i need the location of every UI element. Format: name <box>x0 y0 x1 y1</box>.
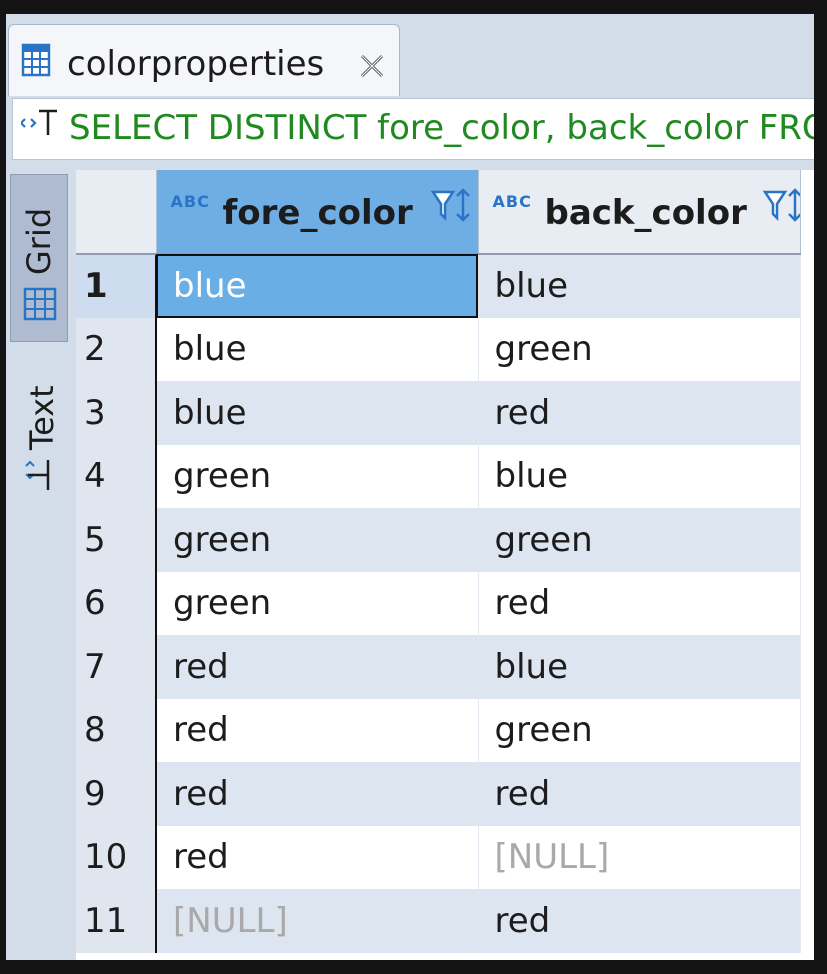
cell-back-color[interactable]: red <box>478 571 801 635</box>
cell-fore-color[interactable]: red <box>156 635 479 699</box>
filter-sort-icon[interactable] <box>429 186 473 230</box>
column-name: back_color <box>544 193 747 233</box>
tab-text[interactable]: Text <box>10 360 68 510</box>
row-number: 10 <box>76 825 157 889</box>
row-number: 2 <box>76 317 157 381</box>
table-row[interactable]: 9 red red <box>76 762 801 826</box>
row-number: 9 <box>76 762 157 826</box>
table-icon <box>21 43 51 81</box>
cell-fore-color[interactable]: red <box>156 825 479 889</box>
cell-back-color[interactable]: blue <box>478 254 801 318</box>
column-name: fore_color <box>222 193 413 233</box>
cell-fore-color[interactable]: red <box>156 698 479 762</box>
table-row[interactable]: 1 blue blue <box>76 254 801 318</box>
row-number: 8 <box>76 698 157 762</box>
sql-editor-window: colorproperties SELECT DISTINCT fore_col… <box>6 14 814 960</box>
cell-fore-color[interactable]: blue <box>156 254 479 318</box>
cell-back-color[interactable]: blue <box>478 635 801 699</box>
results-table: ABC fore_color ABC back_color 1 blue blu… <box>76 170 801 953</box>
row-number: 4 <box>76 444 157 508</box>
presentation-side-tabs: Grid Text <box>6 170 72 960</box>
column-header-fore-color[interactable]: ABC fore_color <box>156 170 479 255</box>
table-row[interactable]: 10 red [NULL] <box>76 825 801 889</box>
cell-back-color[interactable]: green <box>478 508 801 572</box>
cell-fore-color[interactable]: red <box>156 762 479 826</box>
cell-back-color[interactable]: red <box>478 381 801 445</box>
results-grid[interactable]: ABC fore_color ABC back_color 1 blue blu… <box>76 170 814 960</box>
row-number: 11 <box>76 889 157 953</box>
cell-fore-color[interactable]: green <box>156 508 479 572</box>
editor-tab-colorproperties[interactable]: colorproperties <box>8 24 400 96</box>
tab-text-label: Text <box>23 385 61 450</box>
cell-fore-color[interactable]: [NULL] <box>156 889 479 953</box>
tab-grid[interactable]: Grid <box>10 174 68 342</box>
table-row[interactable]: 3 blue red <box>76 381 801 445</box>
cell-back-color[interactable]: green <box>478 317 801 381</box>
table-row[interactable]: 7 red blue <box>76 635 801 699</box>
cell-fore-color[interactable]: blue <box>156 317 479 381</box>
close-icon[interactable] <box>357 51 387 85</box>
cell-back-color[interactable]: red <box>478 889 801 953</box>
sql-query-text: SELECT DISTINCT fore_color, back_color F… <box>69 108 814 148</box>
cell-back-color[interactable]: red <box>478 762 801 826</box>
tab-grid-label: Grid <box>20 207 58 275</box>
row-number: 6 <box>76 571 157 635</box>
sql-query-bar[interactable]: SELECT DISTINCT fore_color, back_color F… <box>12 98 814 160</box>
cell-back-color[interactable]: blue <box>478 444 801 508</box>
cell-fore-color[interactable]: green <box>156 571 479 635</box>
grid-icon <box>23 287 57 325</box>
table-row[interactable]: 2 blue green <box>76 317 801 381</box>
cell-fore-color[interactable]: green <box>156 444 479 508</box>
table-row[interactable]: 5 green green <box>76 508 801 572</box>
filter-sort-icon[interactable] <box>761 186 799 230</box>
row-number: 3 <box>76 381 157 445</box>
cell-fore-color[interactable]: blue <box>156 381 479 445</box>
table-row[interactable]: 6 green red <box>76 571 801 635</box>
cell-back-color[interactable]: green <box>478 698 801 762</box>
table-row[interactable]: 11 [NULL] red <box>76 889 801 953</box>
cell-back-color[interactable]: [NULL] <box>478 825 801 889</box>
text-cursor-icon <box>19 105 63 145</box>
string-type-badge: ABC <box>492 192 532 211</box>
row-number-header[interactable] <box>76 170 157 255</box>
table-row[interactable]: 8 red green <box>76 698 801 762</box>
tab-title: colorproperties <box>67 44 325 84</box>
row-number: 5 <box>76 508 157 572</box>
text-cursor-icon <box>22 454 54 498</box>
string-type-badge: ABC <box>170 192 210 211</box>
row-number: 1 <box>76 254 157 318</box>
column-header-back-color[interactable]: ABC back_color <box>478 170 801 255</box>
row-number: 7 <box>76 635 157 699</box>
header-row: ABC fore_color ABC back_color <box>76 170 801 255</box>
table-row[interactable]: 4 green blue <box>76 444 801 508</box>
